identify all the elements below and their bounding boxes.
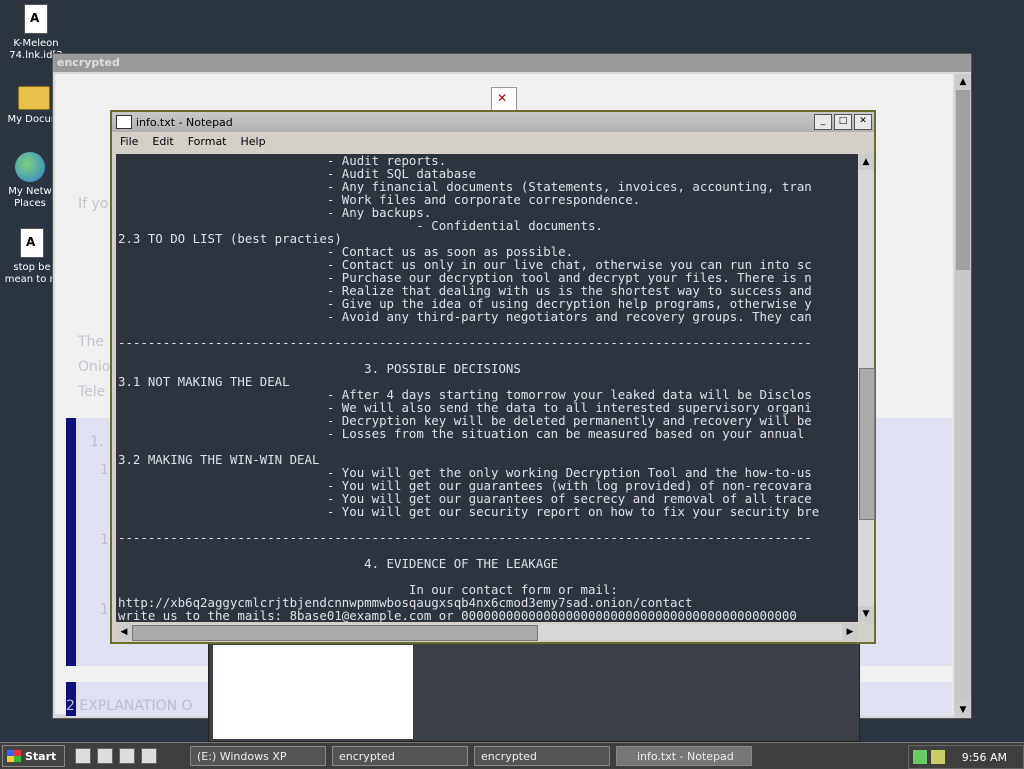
close-button[interactable]: ✕ <box>854 114 872 130</box>
vertical-scrollbar[interactable]: ▲ ▼ <box>858 154 875 622</box>
taskbar: Start (E:) Windows XP encrypted encrypte… <box>0 742 1024 769</box>
menu-help[interactable]: Help <box>241 135 266 148</box>
quick-launch-icon[interactable] <box>119 748 136 764</box>
text-line: ----------------------------------------… <box>118 530 812 545</box>
quick-launch-icon[interactable] <box>75 748 92 764</box>
bg-text: 1. <box>90 434 104 450</box>
quick-launch-icon[interactable] <box>141 748 158 764</box>
text-line: ----------------------------------------… <box>118 335 812 350</box>
start-label: Start <box>25 749 57 763</box>
bg-text: 1 <box>100 532 109 548</box>
scroll-down-arrow-icon[interactable]: ▼ <box>955 702 971 718</box>
bg-text: 1 <box>100 462 109 478</box>
clock: 9:56 AM <box>961 750 1007 764</box>
maximize-button[interactable]: □ <box>834 114 852 130</box>
scrollbar-thumb[interactable] <box>956 90 970 270</box>
text-line: - Avoid any third-party negotiators and … <box>118 309 812 324</box>
scroll-right-arrow-icon[interactable]: ▶ <box>842 624 858 640</box>
network-icon <box>15 152 45 182</box>
start-button[interactable]: Start <box>2 745 66 767</box>
text-area[interactable]: - Audit reports. - Audit SQL database - … <box>116 154 858 622</box>
document-icon <box>20 228 44 258</box>
notepad-icon <box>116 115 132 129</box>
minimize-button[interactable]: _ <box>814 114 832 130</box>
bg-text: Onio <box>78 359 111 375</box>
bg-text: 2 EXPLANATION O <box>66 698 193 714</box>
task-encrypted[interactable]: encrypted <box>474 746 610 766</box>
task-windows-xp[interactable]: (E:) Windows XP <box>190 746 326 766</box>
scroll-down-arrow-icon[interactable]: ▼ <box>858 606 874 622</box>
text-line: - Losses from the situation can be measu… <box>118 426 812 441</box>
window-content <box>213 645 413 739</box>
notepad-titlebar[interactable]: info.txt - Notepad _ □ ✕ <box>112 112 874 132</box>
scroll-left-arrow-icon[interactable]: ◀ <box>116 624 132 640</box>
windows-logo-icon <box>7 750 21 762</box>
bg-text: If yo <box>78 196 109 212</box>
network-tray-icon[interactable] <box>913 750 927 764</box>
bg-text: The <box>78 334 105 350</box>
scrollbar-thumb[interactable] <box>859 368 875 520</box>
security-tray-icon[interactable] <box>931 750 945 764</box>
menu-format[interactable]: Format <box>188 135 227 148</box>
task-encrypted[interactable]: encrypted <box>332 746 468 766</box>
notepad-title: info.txt - Notepad <box>136 115 233 129</box>
text-line: write us to the mails: 8base01@example.c… <box>118 608 797 622</box>
window-title: encrypted <box>53 54 971 72</box>
text-line: - You will get our security report on ho… <box>118 504 820 519</box>
background-window <box>208 640 860 742</box>
folder-icon <box>18 86 50 110</box>
menu-file[interactable]: File <box>120 135 138 148</box>
bg-text: 1 <box>100 602 109 618</box>
text-line: 4. EVIDENCE OF THE LEAKAGE <box>118 556 559 571</box>
menu-bar: File Edit Format Help <box>112 132 874 150</box>
bg-text: Tele <box>78 384 106 400</box>
scroll-up-arrow-icon[interactable]: ▲ <box>955 74 971 90</box>
document-icon <box>24 4 48 34</box>
menu-edit[interactable]: Edit <box>152 135 173 148</box>
system-tray: 9:56 AM <box>908 745 1024 769</box>
task-notepad[interactable]: info.txt - Notepad <box>616 746 752 766</box>
scroll-up-arrow-icon[interactable]: ▲ <box>858 154 874 170</box>
horizontal-scrollbar[interactable]: ◀ ▶ <box>116 624 858 641</box>
notepad-window[interactable]: info.txt - Notepad _ □ ✕ File Edit Forma… <box>110 110 876 644</box>
quick-launch <box>75 748 158 764</box>
quick-launch-icon[interactable] <box>97 748 114 764</box>
scrollbar-thumb[interactable] <box>132 625 538 641</box>
vertical-scrollbar[interactable]: ▲ ▼ <box>955 74 971 718</box>
